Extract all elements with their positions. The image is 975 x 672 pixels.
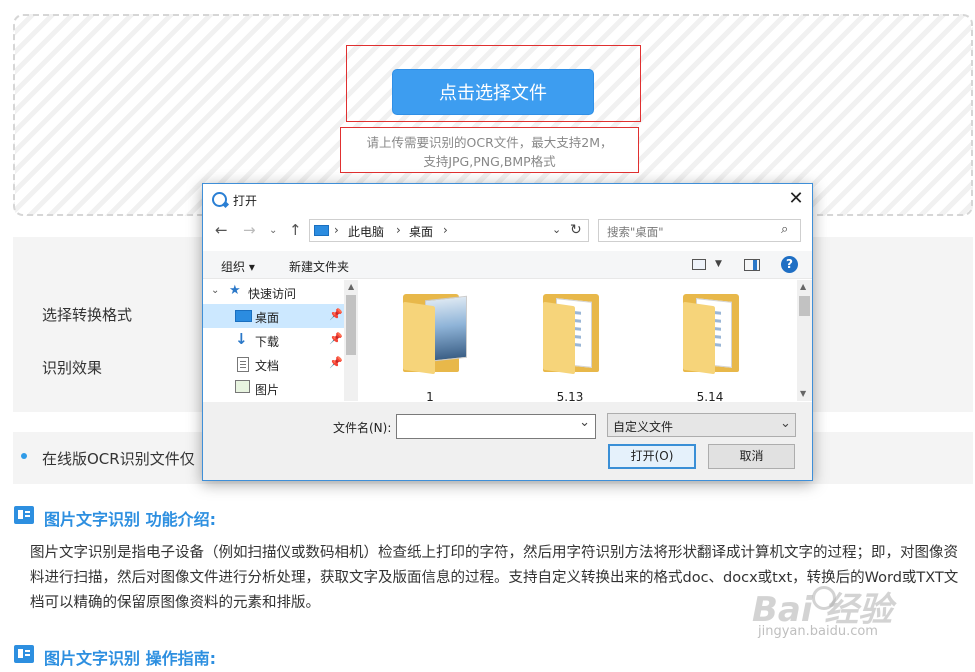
refresh-icon[interactable]: ↻ xyxy=(570,222,582,238)
open-button[interactable]: 打开(O) xyxy=(608,444,696,469)
dialog-toolbar: 组织 ▾ 新建文件夹 ▼ ? xyxy=(203,251,812,279)
pin-icon[interactable]: 📌 xyxy=(329,308,343,321)
section-title-intro: 图片文字识别 功能介绍: xyxy=(44,510,216,529)
address-bar[interactable]: › 此电脑 › 桌面 › ⌄ ↻ xyxy=(309,219,589,242)
tree-item-downloads[interactable]: ↓ 下载 📌 xyxy=(203,328,344,352)
nav-scrollbar-thumb[interactable] xyxy=(346,295,356,355)
notice-text: 在线版OCR识别文件仅 xyxy=(42,450,195,468)
file-name: 5.14 xyxy=(696,390,724,401)
filename-label: 文件名(N): xyxy=(333,421,392,435)
forward-arrow-icon[interactable]: → xyxy=(243,221,256,239)
download-icon: ↓ xyxy=(235,330,248,348)
tree-item-quick-access[interactable]: ⌄ ★ 快速访问 xyxy=(203,280,344,304)
folder-front-icon xyxy=(543,301,575,375)
filename-input[interactable] xyxy=(396,414,596,439)
navigation-pane: ⌄ ★ 快速访问 桌面 📌 ↓ 下载 📌 文档 📌 图片 xyxy=(203,280,358,401)
section-guide-icon xyxy=(14,645,34,663)
tree-item-label: 快速访问 xyxy=(248,287,297,301)
pin-icon[interactable]: 📌 xyxy=(329,332,343,345)
select-file-button[interactable]: 点击选择文件 xyxy=(392,69,594,115)
search-icon: ⌕ xyxy=(781,222,789,237)
star-icon: ★ xyxy=(229,283,241,298)
tree-item-label: 文档 xyxy=(255,359,280,373)
document-icon xyxy=(237,357,249,372)
breadcrumb-separator-icon[interactable]: › xyxy=(396,223,401,237)
pin-icon[interactable]: 📌 xyxy=(329,356,343,369)
file-scrollbar-thumb[interactable] xyxy=(799,296,810,316)
breadcrumb-separator-icon[interactable]: › xyxy=(443,223,448,237)
close-icon[interactable]: ✕ xyxy=(783,186,809,212)
picture-icon xyxy=(235,380,250,393)
upload-hint-line1: 请上传需要识别的OCR文件，最大支持2M， xyxy=(366,135,613,150)
file-item-folder[interactable]: 5.14 xyxy=(655,280,765,401)
recent-locations-chevron-icon[interactable]: ⌄ xyxy=(269,225,277,236)
filetype-select[interactable]: 自定义文件 ⌄ xyxy=(607,413,796,437)
view-chevron-down-icon[interactable]: ▼ xyxy=(715,259,722,269)
tree-item-documents[interactable]: 文档 📌 xyxy=(203,352,344,376)
file-list: 1 5.13 5.14 xyxy=(359,280,796,401)
upload-hint-line2: 支持JPG,PNG,BMP格式 xyxy=(423,154,556,169)
scroll-down-icon[interactable]: ▼ xyxy=(800,389,806,398)
dialog-titlebar[interactable]: 打开 ✕ xyxy=(203,184,812,214)
change-view-icon[interactable] xyxy=(692,259,706,270)
new-folder-button[interactable]: 新建文件夹 xyxy=(289,258,349,275)
back-arrow-icon[interactable]: ← xyxy=(215,221,228,239)
tree-item-pictures[interactable]: 图片 xyxy=(203,376,344,400)
open-file-dialog: 打开 ✕ ← → ⌄ ↑ › 此电脑 › 桌面 › ⌄ ↻ 搜索"桌面" ⌕ 组… xyxy=(202,183,813,481)
bullet-icon xyxy=(21,453,27,459)
breadcrumb-desktop[interactable]: 桌面 xyxy=(409,223,433,240)
organize-menu-button[interactable]: 组织 ▾ xyxy=(221,258,255,275)
breadcrumb-this-pc[interactable]: 此电脑 xyxy=(348,223,384,240)
tree-item-label: 桌面 xyxy=(255,311,280,325)
desktop-icon xyxy=(235,310,252,322)
search-input[interactable]: 搜索"桌面" ⌕ xyxy=(598,219,801,242)
chevron-down-icon[interactable]: ⌄ xyxy=(780,416,791,431)
file-name: 5.13 xyxy=(556,390,584,401)
up-arrow-icon[interactable]: ↑ xyxy=(289,221,302,239)
folder-front-icon xyxy=(403,301,435,375)
tree-item-desktop[interactable]: 桌面 📌 xyxy=(203,304,344,328)
preview-pane-icon[interactable] xyxy=(744,259,760,271)
dialog-title: 打开 xyxy=(233,194,258,208)
breadcrumb-separator-icon[interactable]: › xyxy=(334,223,339,237)
file-item-folder[interactable]: 1 xyxy=(375,280,485,401)
format-label: 选择转换格式 xyxy=(42,306,133,324)
search-placeholder: 搜索"桌面" xyxy=(607,225,664,239)
tree-item-label: 下载 xyxy=(255,335,280,349)
paw-logo-icon xyxy=(812,586,836,610)
scroll-up-icon[interactable]: ▲ xyxy=(348,282,354,291)
address-chevron-down-icon[interactable]: ⌄ xyxy=(552,223,561,236)
filetype-value: 自定义文件 xyxy=(613,420,674,434)
this-pc-icon xyxy=(314,225,329,236)
help-icon[interactable]: ? xyxy=(781,256,798,273)
section-info-icon xyxy=(14,506,34,524)
file-item-folder[interactable]: 5.13 xyxy=(515,280,625,401)
dialog-app-icon xyxy=(212,192,227,207)
effect-label: 识别效果 xyxy=(42,359,103,377)
watermark-url: jingyan.baidu.com xyxy=(758,624,878,639)
chevron-down-icon[interactable]: ⌄ xyxy=(211,285,219,296)
folder-front-icon xyxy=(683,301,715,375)
tree-item-label: 图片 xyxy=(255,383,280,397)
scroll-up-icon[interactable]: ▲ xyxy=(800,282,806,291)
cancel-button[interactable]: 取消 xyxy=(708,444,795,469)
section-title-guide: 图片文字识别 操作指南: xyxy=(44,649,216,668)
file-name: 1 xyxy=(426,390,434,401)
